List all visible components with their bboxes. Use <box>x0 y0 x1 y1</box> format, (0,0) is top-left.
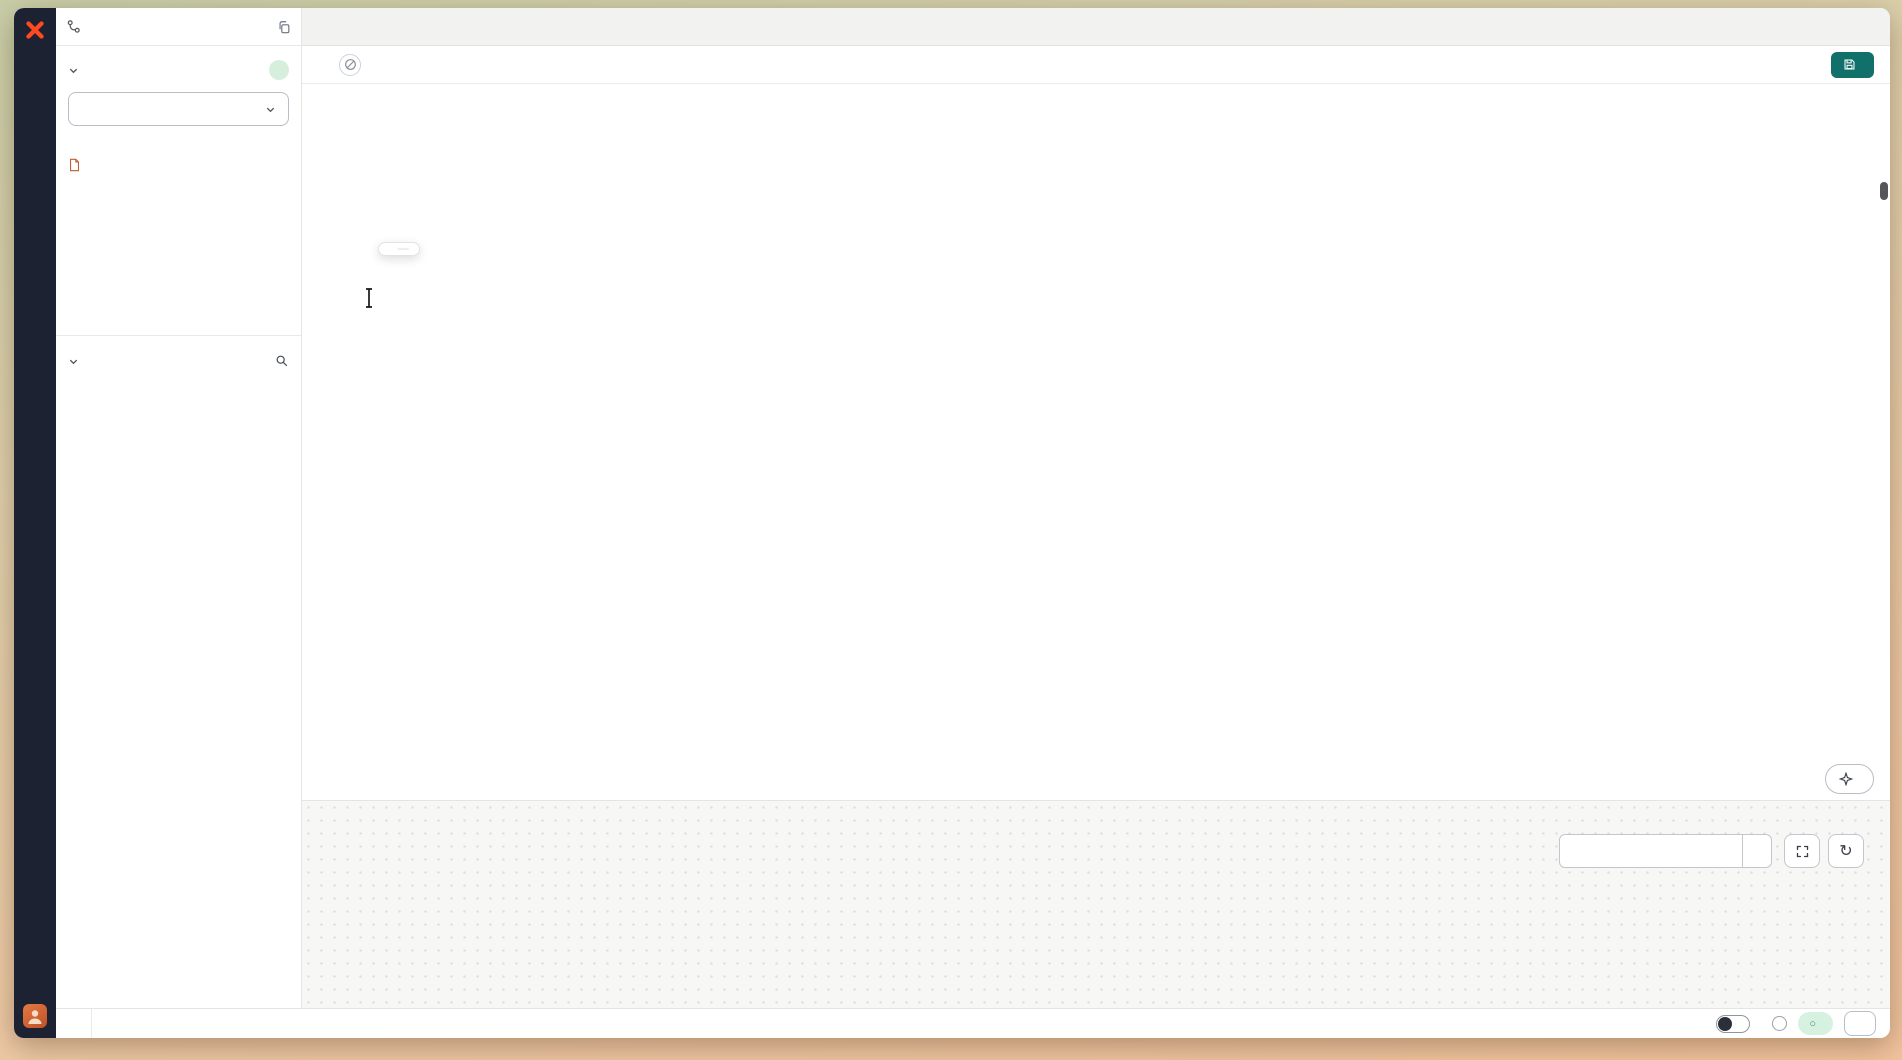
save-icon <box>1843 58 1856 71</box>
copilot-icon <box>1839 772 1853 786</box>
overflow-menu-button[interactable] <box>1844 1011 1876 1036</box>
text-cursor-icon <box>363 287 375 313</box>
search-icon[interactable] <box>275 354 289 368</box>
file-icon <box>68 158 81 172</box>
editor-tabstrip <box>302 8 1890 46</box>
collapse-panel-button[interactable] <box>56 1009 92 1038</box>
lineage-edges <box>302 801 1890 1008</box>
status-bar-right: ○ <box>1716 1011 1890 1036</box>
refresh-icon: ↻ <box>1839 841 1852 861</box>
minimap[interactable] <box>1751 90 1856 322</box>
update-graph-button[interactable] <box>1742 835 1771 867</box>
chevron-down-icon <box>265 104 276 115</box>
code-editor[interactable] <box>302 84 1890 758</box>
dbt-logo-icon[interactable] <box>21 16 49 44</box>
save-button[interactable] <box>1831 52 1874 78</box>
scrollbar-thumb[interactable] <box>1880 182 1888 200</box>
app-window: ↻ ○ <box>14 8 1890 1038</box>
version-control-badge <box>269 60 289 80</box>
branch-row[interactable] <box>56 8 301 46</box>
ready-circle-icon: ○ <box>1809 1018 1816 1030</box>
icon-rail <box>14 8 56 1038</box>
branch-icon <box>66 19 81 34</box>
panel-toolbar <box>302 758 1890 800</box>
copy-icon[interactable] <box>277 20 291 34</box>
breadcrumb-row <box>302 46 1890 84</box>
lineage-selector <box>1559 834 1772 868</box>
sidebar-divider <box>56 335 301 336</box>
status-badge: ○ <box>1798 1012 1833 1035</box>
changed-file-row[interactable] <box>56 154 301 176</box>
chevron-down-icon <box>68 356 79 367</box>
sidebar <box>56 8 302 1008</box>
lineage-selector-input[interactable] <box>1560 835 1742 867</box>
version-control-header[interactable] <box>56 46 301 88</box>
fullscreen-button[interactable] <box>1784 834 1820 868</box>
user-avatar[interactable] <box>23 1004 47 1028</box>
status-bar: ○ <box>56 1008 1890 1038</box>
changes-label <box>56 130 301 154</box>
lineage-canvas[interactable]: ↻ <box>302 800 1890 1008</box>
edit-tooltip[interactable] <box>378 242 420 256</box>
help-icon[interactable] <box>1772 1016 1787 1031</box>
fullscreen-icon <box>1795 844 1810 859</box>
file-explorer-header[interactable] <box>56 346 301 376</box>
commit-and-sync-button[interactable] <box>68 92 289 126</box>
chevron-down-icon <box>68 65 79 76</box>
dbt-copilot-button[interactable] <box>1825 764 1874 794</box>
refresh-button[interactable]: ↻ <box>1828 834 1864 868</box>
toggle-knob <box>1718 1017 1732 1031</box>
file-tree <box>56 386 301 1008</box>
edit-tooltip-shortcut <box>397 248 409 250</box>
defer-toggle[interactable] <box>1716 1015 1750 1033</box>
no-access-icon[interactable] <box>339 54 361 76</box>
main-area: ↻ <box>302 8 1890 1008</box>
